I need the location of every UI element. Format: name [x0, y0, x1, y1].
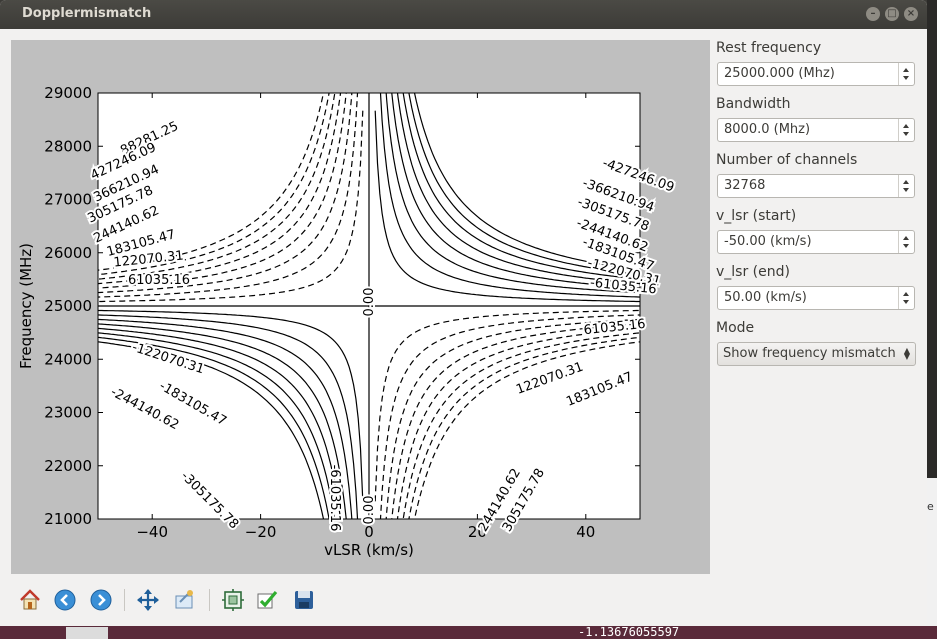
spin-up-icon[interactable] — [903, 124, 909, 128]
vlsr-start-label: v_lsr (start) — [716, 208, 797, 224]
check-icon[interactable] — [255, 588, 279, 612]
bandwidth-spinbox[interactable]: 8000.0 (Mhz) — [717, 118, 915, 142]
spin-arrows[interactable] — [898, 287, 914, 309]
mode-select[interactable]: Show frequency mismatch ▲ ▼ — [717, 342, 916, 366]
plot-toolbar — [12, 584, 342, 616]
spin-down-icon[interactable] — [903, 244, 909, 248]
spin-up-icon[interactable] — [903, 180, 909, 184]
spin-down-icon[interactable] — [903, 188, 909, 192]
y-tick-label: 26000 — [44, 244, 92, 262]
zoom-icon[interactable] — [173, 588, 197, 612]
window-title: Dopplermismatch — [22, 6, 152, 21]
y-axis-label: Frequency (MHz) — [17, 243, 35, 369]
spin-up-icon[interactable] — [903, 236, 909, 240]
toolbar-divider — [124, 589, 125, 611]
edit-parameters-button[interactable] — [251, 584, 283, 616]
rest-frequency-label: Rest frequency — [716, 40, 822, 56]
forward-button[interactable] — [85, 584, 117, 616]
pan-button[interactable] — [132, 584, 164, 616]
zoom-button[interactable] — [169, 584, 201, 616]
y-tick-label: 25000 — [44, 297, 92, 315]
num-channels-value[interactable]: 32768 — [724, 178, 765, 193]
x-axis-label: vLSR (km/s) — [324, 541, 414, 559]
vlsr-start-spinbox[interactable]: -50.00 (km/s) — [717, 230, 915, 254]
x-tick-label: −20 — [245, 523, 277, 541]
y-tick-label: 29000 — [44, 84, 92, 102]
home-icon[interactable] — [18, 588, 42, 612]
title-bar[interactable]: Dopplermismatch – □ × — [0, 0, 927, 29]
toolbar-divider — [209, 589, 210, 611]
background-glyph: e — [927, 500, 934, 513]
plot-figure[interactable]: −40 −20 0 20 40 21000 22000 23000 24000 25000 2600… — [11, 40, 710, 574]
home-button[interactable] — [14, 584, 46, 616]
spin-up-icon[interactable] — [903, 68, 909, 72]
spin-arrows[interactable] — [898, 119, 914, 141]
close-button[interactable]: × — [904, 7, 918, 21]
mode-value[interactable]: Show frequency mismatch — [723, 346, 896, 361]
spin-arrows[interactable] — [898, 175, 914, 197]
vlsr-end-spinbox[interactable]: 50.00 (km/s) — [717, 286, 915, 310]
y-tick-label: 22000 — [44, 457, 92, 475]
spin-up-icon[interactable] — [903, 292, 909, 296]
configure-subplots-icon[interactable] — [221, 588, 245, 612]
save-icon[interactable] — [292, 588, 316, 612]
spin-down-icon[interactable] — [903, 300, 909, 304]
bandwidth-value[interactable]: 8000.0 (Mhz) — [724, 122, 810, 137]
num-channels-label: Number of channels — [716, 152, 858, 168]
rest-frequency-spinbox[interactable]: 25000.000 (Mhz) — [717, 62, 915, 86]
settings-panel: Rest frequency 25000.000 (Mhz) Bandwidth… — [716, 38, 921, 366]
rest-frequency-value[interactable]: 25000.000 (Mhz) — [724, 66, 835, 81]
contour-label: 0.00 — [362, 496, 377, 525]
configure-subplots-button[interactable] — [217, 584, 249, 616]
y-tick-label: 24000 — [44, 350, 92, 368]
spin-arrows[interactable] — [898, 63, 914, 85]
spin-arrows[interactable] — [898, 231, 914, 253]
vlsr-end-label: v_lsr (end) — [716, 264, 790, 280]
back-button[interactable] — [49, 584, 81, 616]
x-tick-label: −40 — [136, 523, 168, 541]
terminal-output-text: -1.13676055597 — [578, 625, 680, 639]
app-window: Dopplermismatch – □ × −40 −20 0 20 40 21000 22… — [0, 0, 927, 626]
contour-label: 61035.16 — [128, 273, 190, 288]
contour-label: 0.00 — [362, 288, 377, 317]
maximize-button[interactable]: □ — [885, 7, 899, 21]
spin-down-icon[interactable] — [903, 76, 909, 80]
bandwidth-label: Bandwidth — [716, 96, 791, 112]
minimize-button[interactable]: – — [866, 7, 880, 21]
num-channels-spinbox[interactable]: 32768 — [717, 174, 915, 198]
x-tick-label: 0 — [364, 523, 374, 541]
updown-caret-icon[interactable]: ▲ ▼ — [904, 347, 910, 361]
y-tick-label: 23000 — [44, 404, 92, 422]
contour-label: -61035.16 — [327, 465, 342, 532]
save-button[interactable] — [288, 584, 320, 616]
forward-arrow-icon[interactable] — [89, 588, 113, 612]
y-tick-label: 28000 — [44, 137, 92, 155]
contour-plot[interactable]: −40 −20 0 20 4021000220002300024000250002600… — [11, 40, 710, 574]
vlsr-start-value[interactable]: -50.00 (km/s) — [724, 234, 812, 249]
y-tick-label: 21000 — [44, 510, 92, 528]
y-tick-label: 27000 — [44, 191, 92, 209]
spin-down-icon[interactable] — [903, 132, 909, 136]
vlsr-end-value[interactable]: 50.00 (km/s) — [724, 290, 807, 305]
back-arrow-icon[interactable] — [53, 588, 77, 612]
pan-icon[interactable] — [136, 588, 160, 612]
mode-label: Mode — [716, 320, 755, 336]
background-thumbnail — [66, 627, 108, 639]
x-tick-label: 40 — [576, 523, 595, 541]
desktop-bottom-strip — [0, 626, 937, 639]
